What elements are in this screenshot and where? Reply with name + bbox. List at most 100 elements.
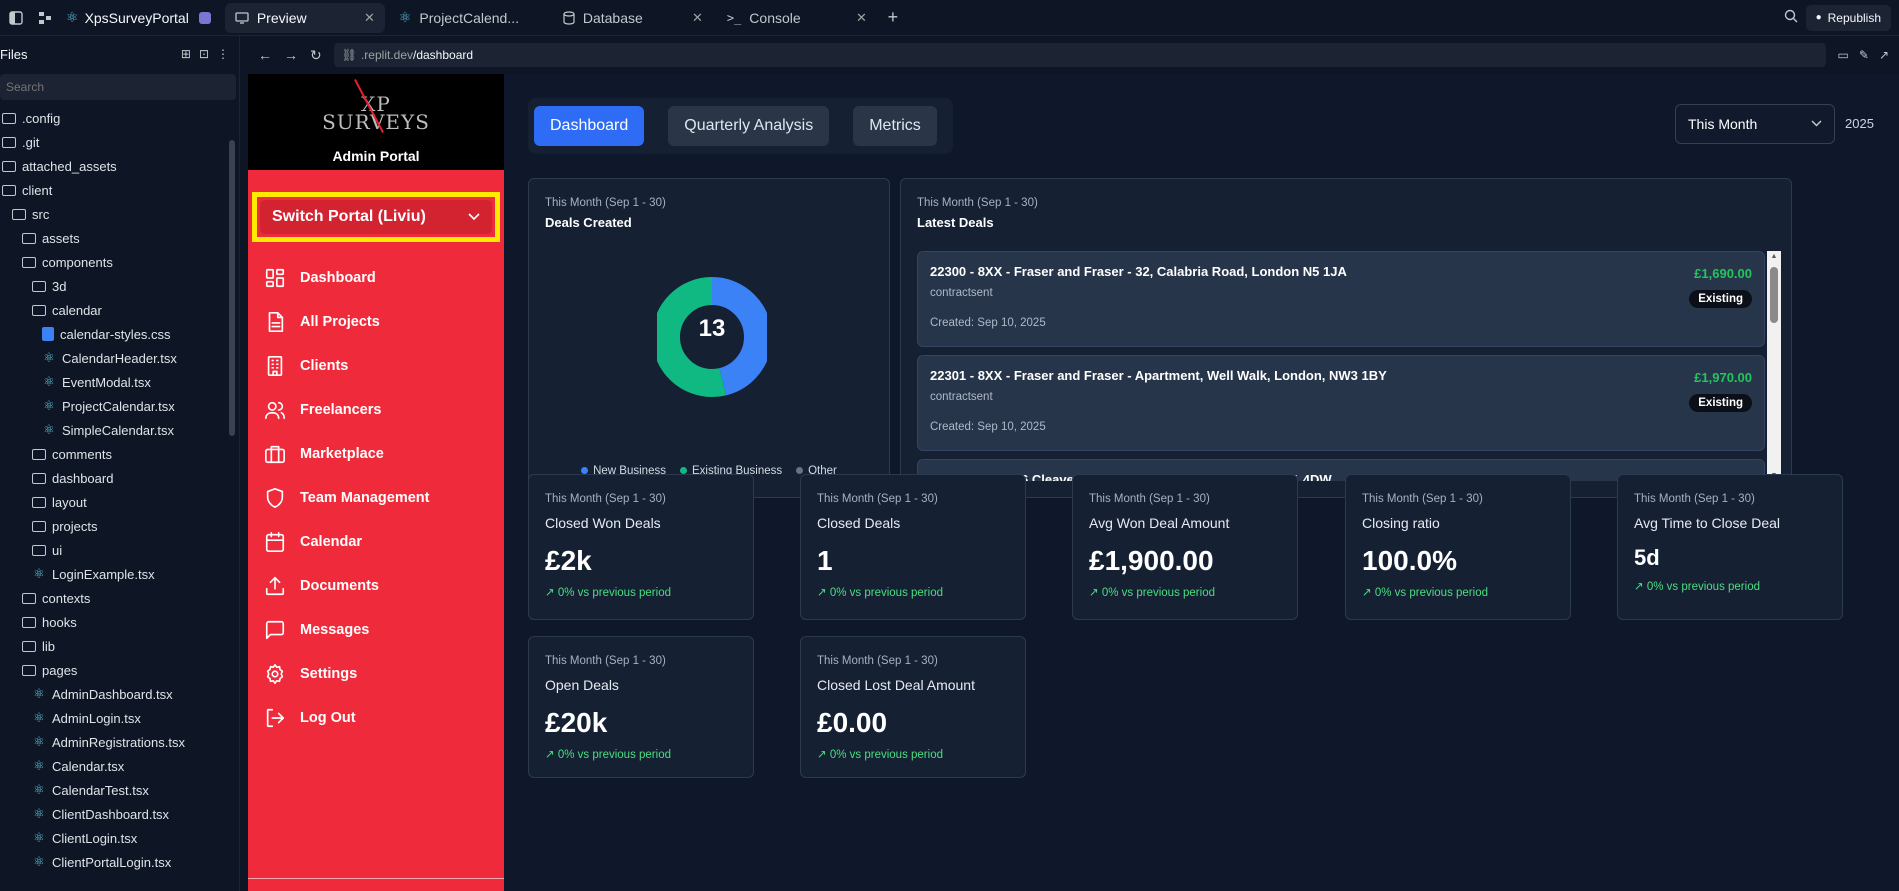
new-folder-icon[interactable]: ⊡ xyxy=(199,47,209,61)
tree-item[interactable]: ⚛ AdminDashboard.tsx xyxy=(0,682,239,706)
tree-item[interactable]: ⚛ AdminRegistrations.tsx xyxy=(0,730,239,754)
scroll-up-icon[interactable]: ▲ xyxy=(1769,253,1779,260)
react-file-icon: ⚛ xyxy=(33,806,45,821)
address-field[interactable]: ⛓ .replit.dev /dashboard xyxy=(333,43,1826,67)
tree-item[interactable]: ui xyxy=(0,538,239,562)
sidebar-item-log-out[interactable]: Log Out xyxy=(248,696,504,740)
sidebar-item-calendar[interactable]: Calendar xyxy=(248,520,504,564)
tree-item[interactable]: projects xyxy=(0,514,239,538)
devices-icon[interactable]: ▭ xyxy=(1838,48,1849,62)
xp-surveys-logo[interactable]: XP SURVEYS xyxy=(322,79,429,146)
back-icon[interactable]: ← xyxy=(258,47,272,63)
deal-item[interactable]: 22300 - 8XX - Fraser and Fraser - 32, Ca… xyxy=(917,251,1765,347)
tree-item[interactable]: calendar-styles.css xyxy=(0,322,239,346)
stat-value: 100.0% xyxy=(1362,545,1457,576)
folder-icon xyxy=(22,640,36,652)
sidebar-item-freelancers[interactable]: Freelancers xyxy=(248,388,504,432)
period-select[interactable]: This Month xyxy=(1675,104,1835,144)
tree-item[interactable]: ⚛ EventModal.tsx xyxy=(0,370,239,394)
close-icon[interactable]: ✕ xyxy=(364,10,375,26)
sidebar-toggle-icon[interactable] xyxy=(4,6,28,30)
sidebar-item-dashboard[interactable]: Dashboard xyxy=(248,256,504,300)
tree-item[interactable]: calendar xyxy=(0,298,239,322)
tree-item[interactable]: lib xyxy=(0,634,239,658)
tree-item[interactable]: 3d xyxy=(0,274,239,298)
tab-preview[interactable]: Preview ✕ xyxy=(224,2,385,33)
tree-item[interactable]: dashboard xyxy=(0,466,239,490)
republish-button[interactable]: ● Republish xyxy=(1805,4,1891,31)
tree-item[interactable]: .git xyxy=(0,130,239,154)
workspace-menu-icon[interactable] xyxy=(34,6,58,30)
tab-project-calendar[interactable]: ⚛ ProjectCalend... xyxy=(389,3,549,33)
tree-item[interactable]: ⚛ CalendarHeader.tsx xyxy=(0,346,239,370)
tree-item-label: ClientPortalLogin.tsx xyxy=(52,854,172,870)
new-tab-button[interactable]: + xyxy=(881,6,905,30)
tree-item[interactable]: comments xyxy=(0,442,239,466)
tree-item[interactable]: pages xyxy=(0,658,239,682)
switch-portal-button[interactable]: Switch Portal (Liviu) xyxy=(260,200,492,234)
tab-console[interactable]: >_ Console ✕ xyxy=(717,3,877,33)
tree-item[interactable]: contexts xyxy=(0,586,239,610)
folder-icon xyxy=(32,496,46,508)
close-icon[interactable]: ✕ xyxy=(692,10,703,26)
tree-item[interactable]: ⚛ Calendar.tsx xyxy=(0,754,239,778)
tree-item[interactable]: attached_assets xyxy=(0,154,239,178)
scroll-thumb[interactable] xyxy=(1770,267,1778,323)
file-tree-scrollbar[interactable] xyxy=(229,140,235,436)
sidebar-item-label: Team Management xyxy=(300,490,430,506)
close-icon[interactable]: ✕ xyxy=(856,10,867,26)
tab-quarterly-analysis[interactable]: Quarterly Analysis xyxy=(668,106,830,146)
tree-item[interactable]: .config xyxy=(0,106,239,130)
stat-value: 5d xyxy=(1634,545,1660,570)
tree-item[interactable]: ⚛ ProjectCalendar.tsx xyxy=(0,394,239,418)
tree-item[interactable]: components xyxy=(0,250,239,274)
sidebar-item-documents[interactable]: Documents xyxy=(248,564,504,608)
logo-area: XP SURVEYS Admin Portal xyxy=(248,74,504,170)
tree-item[interactable]: assets xyxy=(0,226,239,250)
tree-item[interactable]: ⚛ ClientDashboard.tsx xyxy=(0,802,239,826)
tree-item-label: AdminDashboard.tsx xyxy=(52,686,173,702)
sidebar-item-clients[interactable]: Clients xyxy=(248,344,504,388)
tree-item[interactable]: ⚛ ClientPortalLogin.tsx xyxy=(0,850,239,874)
forward-icon[interactable]: → xyxy=(284,47,298,63)
tree-item[interactable]: ⚛ SimpleCalendar.tsx xyxy=(0,418,239,442)
tree-item-label: projects xyxy=(52,518,98,534)
files-search-input[interactable] xyxy=(0,74,236,100)
sidebar-item-all-projects[interactable]: All Projects xyxy=(248,300,504,344)
tree-item[interactable]: layout xyxy=(0,490,239,514)
tree-item-label: layout xyxy=(52,494,87,510)
sidebar-item-settings[interactable]: Settings xyxy=(248,652,504,696)
react-file-icon: ⚛ xyxy=(33,710,45,725)
stat-label: Closed Won Deals xyxy=(545,515,661,531)
sidebar-item-team-management[interactable]: Team Management xyxy=(248,476,504,520)
repl-name[interactable]: ⚛ XpsSurveyPortal xyxy=(58,9,197,26)
stat-change-label: 0% vs previous period xyxy=(557,749,671,761)
more-icon[interactable]: ⋮ xyxy=(217,47,229,61)
search-icon[interactable] xyxy=(1784,9,1798,27)
open-external-icon[interactable]: ↗ xyxy=(1879,48,1889,62)
tree-item[interactable]: ⚛ LoginExample.tsx xyxy=(0,562,239,586)
tab-dashboard[interactable]: Dashboard xyxy=(534,106,645,146)
briefcase-icon xyxy=(265,445,285,464)
tree-item[interactable]: ⚛ ClientLogin.tsx xyxy=(0,826,239,850)
tree-item[interactable]: src xyxy=(0,202,239,226)
tree-item-label: src xyxy=(32,206,50,222)
new-file-icon[interactable]: ⊞ xyxy=(181,47,191,61)
deal-item[interactable]: 22301 - 8XX - Fraser and Fraser - Apartm… xyxy=(917,355,1765,451)
tab-database[interactable]: Database ✕ xyxy=(553,3,713,33)
sidebar-item-marketplace[interactable]: Marketplace xyxy=(248,432,504,476)
tree-item[interactable]: ⚛ AdminLogin.tsx xyxy=(0,706,239,730)
tree-item[interactable]: client xyxy=(0,178,239,202)
sidebar-item-label: Messages xyxy=(300,622,370,638)
reload-icon[interactable]: ↻ xyxy=(310,47,322,64)
tree-item[interactable]: ⚛ CalendarTest.tsx xyxy=(0,778,239,802)
devtools-icon[interactable]: ✎ xyxy=(1859,48,1869,62)
tree-item[interactable]: hooks xyxy=(0,610,239,634)
deals-scrollbar[interactable]: ▲ ▼ xyxy=(1767,251,1781,481)
tab-metrics[interactable]: Metrics xyxy=(853,106,937,146)
stat-change: ↗ 0% vs previous period xyxy=(1089,585,1281,599)
sidebar-item-messages[interactable]: Messages xyxy=(248,608,504,652)
stat-card-avg-time-to-close-deal: This Month (Sep 1 - 30) Avg Time to Close… xyxy=(1617,474,1843,620)
stat-change-label: 0% vs previous period xyxy=(829,749,943,761)
stat-card-avg-won-deal-amount: This Month (Sep 1 - 30) Avg Won Deal Amou… xyxy=(1072,474,1298,620)
